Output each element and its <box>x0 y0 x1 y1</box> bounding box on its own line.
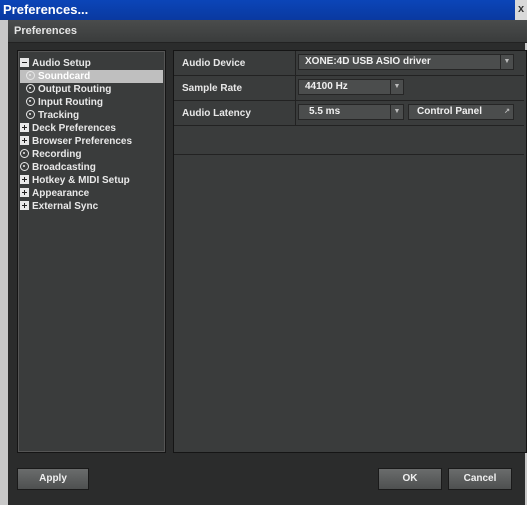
control-panel-label: Control Panel <box>417 106 483 117</box>
audio-device-row: Audio Device XONE:4D USB ASIO driver ▼ <box>174 51 524 76</box>
plus-box-icon[interactable] <box>20 175 29 184</box>
tree-item-external-sync[interactable]: External Sync <box>20 200 163 213</box>
tree-item-recording[interactable]: Recording <box>20 148 163 161</box>
settings-panel: Audio Device XONE:4D USB ASIO driver ▼ S… <box>173 50 527 453</box>
audio-latency-value: 5.5 ms <box>309 106 341 117</box>
tree-item-label: Appearance <box>32 188 90 199</box>
window-close-button[interactable]: x <box>515 0 527 20</box>
plus-box-icon[interactable] <box>20 188 29 197</box>
tree-item-label: External Sync <box>32 201 99 212</box>
window-title: Preferences... <box>3 2 89 17</box>
radio-icon <box>26 110 35 119</box>
audio-device-value: XONE:4D USB ASIO driver <box>305 56 431 67</box>
tree-item-deck-preferences[interactable]: Deck Preferences <box>20 122 163 135</box>
plus-box-icon[interactable] <box>20 123 29 132</box>
tree-item-label: Browser Preferences <box>32 136 133 147</box>
tree-item-soundcard[interactable]: Soundcard <box>20 70 163 83</box>
ok-button[interactable]: OK <box>378 468 442 490</box>
tree-item-audio-setup[interactable]: Audio Setup <box>20 57 163 70</box>
tree-item-input-routing[interactable]: Input Routing <box>20 96 169 109</box>
tree-item-label: Audio Setup <box>32 58 91 69</box>
settings-spacer-row <box>174 126 524 155</box>
audio-latency-select[interactable]: 5.5 ms ▼ <box>298 104 404 120</box>
tree-item-label: Broadcasting <box>32 162 96 173</box>
sample-rate-value: 44100 Hz <box>305 81 348 92</box>
control-panel-button[interactable]: Control Panel ↗ <box>408 104 514 120</box>
tree-item-label: Deck Preferences <box>32 123 116 134</box>
tree-item-label: Tracking <box>38 110 80 121</box>
apply-button[interactable]: Apply <box>17 468 89 490</box>
sample-rate-row: Sample Rate 44100 Hz ▼ <box>174 76 524 101</box>
plus-box-icon[interactable] <box>20 136 29 145</box>
audio-latency-label: Audio Latency <box>182 108 251 119</box>
tree-item-tracking[interactable]: Tracking <box>20 109 169 122</box>
audio-device-label: Audio Device <box>182 58 246 69</box>
tree-item-output-routing[interactable]: Output Routing <box>20 83 169 96</box>
sample-rate-label: Sample Rate <box>182 83 243 94</box>
radio-icon <box>26 71 35 80</box>
preferences-tree: Audio Setup Soundcard Output Routing Inp… <box>17 50 166 453</box>
tree-item-label: Input Routing <box>38 97 103 108</box>
chevron-down-icon[interactable]: ▼ <box>500 55 513 69</box>
tree-item-hotkey-midi-setup[interactable]: Hotkey & MIDI Setup <box>20 174 163 187</box>
tree-item-browser-preferences[interactable]: Browser Preferences <box>20 135 163 148</box>
minus-box-icon[interactable] <box>20 58 29 67</box>
chevron-down-icon[interactable]: ▼ <box>390 105 403 119</box>
preferences-header-title: Preferences <box>14 25 77 37</box>
plus-box-icon[interactable] <box>20 201 29 210</box>
external-link-icon: ↗ <box>504 108 510 115</box>
tree-item-appearance[interactable]: Appearance <box>20 187 163 200</box>
sample-rate-select[interactable]: 44100 Hz ▼ <box>298 79 404 95</box>
window-frame-left <box>0 20 8 505</box>
tree-item-label: Output Routing <box>38 84 112 95</box>
preferences-header: Preferences <box>8 20 527 43</box>
radio-icon <box>26 84 35 93</box>
chevron-down-icon[interactable]: ▼ <box>390 80 403 94</box>
cancel-button[interactable]: Cancel <box>448 468 512 490</box>
window-title-bar: Preferences... x <box>0 0 527 20</box>
audio-latency-row: Audio Latency 5.5 ms ▼ Control Panel ↗ <box>174 101 524 126</box>
tree-item-label: Soundcard <box>38 71 91 82</box>
radio-icon <box>26 97 35 106</box>
radio-icon <box>20 162 29 171</box>
radio-icon <box>20 149 29 158</box>
audio-device-select[interactable]: XONE:4D USB ASIO driver ▼ <box>298 54 514 70</box>
tree-item-label: Recording <box>32 149 82 160</box>
tree-item-broadcasting[interactable]: Broadcasting <box>20 161 163 174</box>
tree-item-label: Hotkey & MIDI Setup <box>32 175 130 186</box>
